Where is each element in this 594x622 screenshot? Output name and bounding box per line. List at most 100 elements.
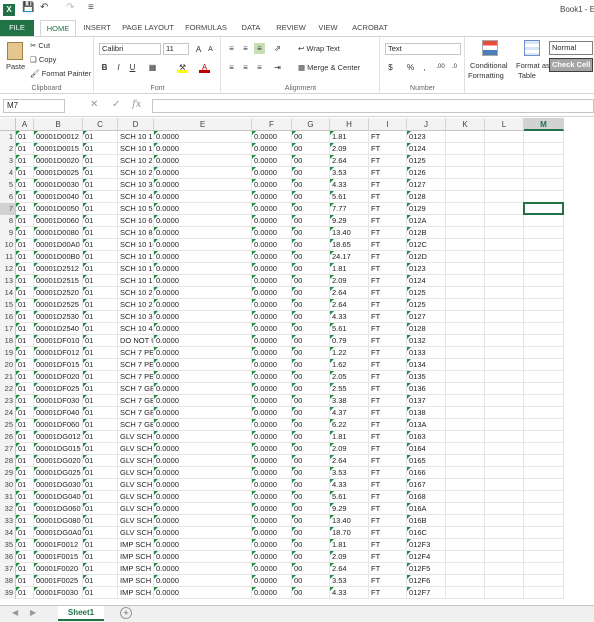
cell-h6[interactable]: 5.61	[330, 191, 369, 203]
column-header-l[interactable]: L	[485, 118, 524, 131]
cell-h37[interactable]: 2.64	[330, 563, 369, 575]
cell-b30[interactable]: 00001DG030	[34, 479, 83, 491]
cell-l38[interactable]	[485, 575, 524, 587]
cell-g29[interactable]: 00	[292, 467, 330, 479]
cell-h35[interactable]: 1.81	[330, 539, 369, 551]
wrap-text-button[interactable]: ↩ Wrap Text	[298, 44, 340, 53]
cell-c27[interactable]: 01	[83, 443, 118, 455]
cell-e23[interactable]: 0.0000	[154, 395, 252, 407]
cell-l15[interactable]	[485, 299, 524, 311]
comma-button[interactable]: ,	[419, 62, 430, 73]
row-header[interactable]: 30	[0, 479, 16, 491]
cell-k33[interactable]	[446, 515, 485, 527]
cell-m15[interactable]	[524, 299, 564, 311]
cell-i20[interactable]: FT	[369, 359, 407, 371]
cell-m37[interactable]	[524, 563, 564, 575]
cell-a13[interactable]: 01	[16, 275, 34, 287]
cell-k34[interactable]	[446, 527, 485, 539]
cell-j21[interactable]: 0135	[407, 371, 446, 383]
row-header[interactable]: 6	[0, 191, 16, 203]
cell-h38[interactable]: 3.53	[330, 575, 369, 587]
cell-m25[interactable]	[524, 419, 564, 431]
cell-k38[interactable]	[446, 575, 485, 587]
cell-m21[interactable]	[524, 371, 564, 383]
column-header-g[interactable]: G	[292, 118, 330, 131]
cell-k10[interactable]	[446, 239, 485, 251]
cell-f17[interactable]: 0.0000	[252, 323, 292, 335]
cell-j16[interactable]: 0127	[407, 311, 446, 323]
cell-e11[interactable]: 0.0000	[154, 251, 252, 263]
cell-e21[interactable]: 0.0000	[154, 371, 252, 383]
row-header[interactable]: 21	[0, 371, 16, 383]
cell-g12[interactable]: 00	[292, 263, 330, 275]
cell-h19[interactable]: 1.22	[330, 347, 369, 359]
cancel-icon[interactable]: ✕	[90, 99, 98, 110]
cell-h29[interactable]: 3.53	[330, 467, 369, 479]
cell-k27[interactable]	[446, 443, 485, 455]
cell-b8[interactable]: 00001D0060	[34, 215, 83, 227]
cell-a14[interactable]: 01	[16, 287, 34, 299]
cell-c10[interactable]: 01	[83, 239, 118, 251]
cell-f18[interactable]: 0.0000	[252, 335, 292, 347]
cell-e5[interactable]: 0.0000	[154, 179, 252, 191]
cell-k36[interactable]	[446, 551, 485, 563]
cell-m19[interactable]	[524, 347, 564, 359]
cell-d3[interactable]: SCH 10 2	[118, 155, 154, 167]
cell-b29[interactable]: 00001DG025	[34, 467, 83, 479]
cell-m13[interactable]	[524, 275, 564, 287]
cell-k23[interactable]	[446, 395, 485, 407]
cell-m1[interactable]	[524, 131, 564, 143]
cell-b7[interactable]: 00001D0050	[34, 203, 83, 215]
cell-b25[interactable]: 00001DF060	[34, 419, 83, 431]
cell-c8[interactable]: 01	[83, 215, 118, 227]
cell-h34[interactable]: 18.70	[330, 527, 369, 539]
cell-i1[interactable]: FT	[369, 131, 407, 143]
cut-button[interactable]: ✂ Cut	[30, 41, 50, 50]
row-header[interactable]: 34	[0, 527, 16, 539]
cell-g20[interactable]: 00	[292, 359, 330, 371]
cell-i6[interactable]: FT	[369, 191, 407, 203]
cell-e28[interactable]: 0.0000	[154, 455, 252, 467]
cell-g4[interactable]: 00	[292, 167, 330, 179]
row-header[interactable]: 12	[0, 263, 16, 275]
cell-e15[interactable]: 0.0000	[154, 299, 252, 311]
cell-c18[interactable]: 01	[83, 335, 118, 347]
cell-m24[interactable]	[524, 407, 564, 419]
font-size-select[interactable]: 11	[163, 43, 189, 55]
cell-l26[interactable]	[485, 431, 524, 443]
cell-d23[interactable]: SCH 7 GBE 3	[118, 395, 154, 407]
cell-i17[interactable]: FT	[369, 323, 407, 335]
cell-g7[interactable]: 00	[292, 203, 330, 215]
cell-l34[interactable]	[485, 527, 524, 539]
cell-g36[interactable]: 00	[292, 551, 330, 563]
cell-j8[interactable]: 012A	[407, 215, 446, 227]
tab-acrobat[interactable]: ACROBAT	[348, 20, 392, 36]
cell-i39[interactable]: FT	[369, 587, 407, 599]
cell-f37[interactable]: 0.0000	[252, 563, 292, 575]
cell-j12[interactable]: 0123	[407, 263, 446, 275]
cell-g16[interactable]: 00	[292, 311, 330, 323]
cell-f34[interactable]: 0.0000	[252, 527, 292, 539]
cell-d11[interactable]: SCH 10 12	[118, 251, 154, 263]
cell-d21[interactable]: SCH 7 PE 2	[118, 371, 154, 383]
cell-a38[interactable]: 01	[16, 575, 34, 587]
row-header[interactable]: 27	[0, 443, 16, 455]
cell-a20[interactable]: 01	[16, 359, 34, 371]
row-header[interactable]: 11	[0, 251, 16, 263]
cell-g8[interactable]: 00	[292, 215, 330, 227]
cell-j15[interactable]: 0125	[407, 299, 446, 311]
cell-i2[interactable]: FT	[369, 143, 407, 155]
cell-f10[interactable]: 0.0000	[252, 239, 292, 251]
cell-g11[interactable]: 00	[292, 251, 330, 263]
cell-a25[interactable]: 01	[16, 419, 34, 431]
cell-b39[interactable]: 00001F0030	[34, 587, 83, 599]
column-header-e[interactable]: E	[154, 118, 252, 131]
cell-g30[interactable]: 00	[292, 479, 330, 491]
cell-a18[interactable]: 01	[16, 335, 34, 347]
cell-h17[interactable]: 5.61	[330, 323, 369, 335]
cell-b23[interactable]: 00001DF030	[34, 395, 83, 407]
cell-m36[interactable]	[524, 551, 564, 563]
cell-e36[interactable]: 0.0000	[154, 551, 252, 563]
next-sheet-icon[interactable]: ▶	[30, 608, 36, 617]
cell-m38[interactable]	[524, 575, 564, 587]
